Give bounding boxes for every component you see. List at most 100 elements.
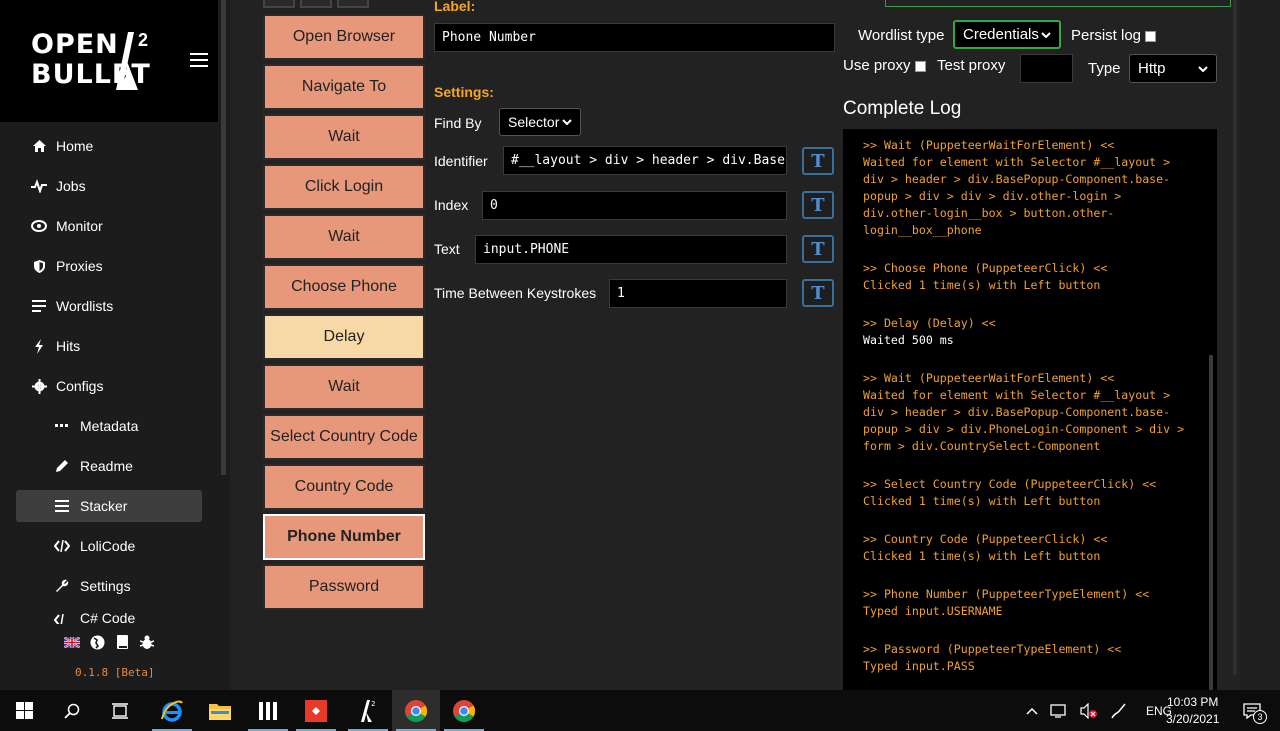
- page-scrollbar[interactable]: [1233, 0, 1237, 675]
- hamburger-menu-button[interactable]: [190, 53, 208, 69]
- block-click-login[interactable]: Click Login: [263, 164, 425, 210]
- index-input[interactable]: 0: [482, 191, 787, 220]
- svg-text:2: 2: [371, 700, 375, 708]
- test-proxy-input[interactable]: [1020, 54, 1073, 83]
- block-country-code[interactable]: Country Code: [263, 464, 425, 510]
- notification-center-button[interactable]: 3: [1232, 690, 1272, 731]
- find-by-select[interactable]: Selector: [499, 108, 581, 136]
- interpolation-toggle-button[interactable]: T: [802, 191, 834, 219]
- sidebar-item-csharp[interactable]: C# Code: [16, 610, 202, 624]
- use-proxy-checkbox[interactable]: [914, 60, 926, 72]
- folder-icon: [209, 703, 231, 720]
- identifier-label: Identifier: [434, 153, 488, 169]
- search-icon: [64, 703, 80, 719]
- menu-icon: [54, 498, 70, 514]
- wordlist-type-value: Credentials: [963, 26, 1039, 43]
- debugger-top-border: [885, 0, 1231, 7]
- right-margin: [1240, 0, 1280, 690]
- bug-icon[interactable]: [139, 634, 155, 650]
- book-icon[interactable]: [114, 634, 130, 650]
- anydesk-icon: [305, 699, 327, 722]
- taskbar-ie[interactable]: [148, 690, 196, 731]
- search-button[interactable]: [48, 690, 96, 731]
- block-open-browser[interactable]: Open Browser: [263, 14, 425, 60]
- block-phone-number[interactable]: Phone Number: [263, 514, 425, 560]
- app-window: OPEN BULLET 2 Home Jobs Monitor Proxies …: [0, 0, 1280, 690]
- log-entry-header: >> Password (PuppeteerTypeElement) <<: [863, 642, 1122, 656]
- persist-log-toggle[interactable]: Persist log: [1071, 27, 1157, 44]
- sidebar-item-proxies[interactable]: Proxies: [16, 250, 202, 282]
- taskbar-chrome[interactable]: [440, 690, 488, 731]
- keystrokes-input[interactable]: 1: [609, 279, 787, 308]
- block-wait[interactable]: Wait: [263, 114, 425, 160]
- sidebar-item-readme[interactable]: Readme: [16, 450, 202, 482]
- block-choose-phone[interactable]: Choose Phone: [263, 264, 425, 310]
- taskbar-app[interactable]: [244, 690, 292, 731]
- stack-control[interactable]: [300, 0, 332, 8]
- taskbar-explorer[interactable]: [196, 690, 244, 731]
- sidebar-item-label: C# Code: [80, 610, 136, 624]
- internet-explorer-icon: [161, 700, 183, 722]
- label-heading: Label:: [434, 0, 476, 14]
- use-proxy-toggle[interactable]: Use proxy: [843, 57, 926, 74]
- stack-control[interactable]: [337, 0, 369, 8]
- task-view-icon: [112, 702, 128, 719]
- pen-icon[interactable]: [1110, 702, 1128, 720]
- taskbar-chrome[interactable]: [392, 690, 440, 731]
- sidebar-item-monitor[interactable]: Monitor: [16, 210, 202, 242]
- log-scrollbar[interactable]: [1209, 355, 1213, 690]
- find-by-label: Find By: [434, 115, 482, 131]
- volume-muted-icon[interactable]: [1080, 702, 1098, 719]
- uk-flag-icon[interactable]: [64, 634, 80, 650]
- stack-control[interactable]: [263, 0, 295, 8]
- sidebar-item-lolicode[interactable]: LoliCode: [16, 530, 202, 562]
- complete-log-panel[interactable]: >> Wait (PuppeteerWaitForElement) << Wait…: [843, 129, 1217, 690]
- persist-log-label: Persist log: [1071, 27, 1142, 44]
- settings-heading: Settings:: [434, 84, 494, 100]
- block-wait[interactable]: Wait: [263, 364, 425, 410]
- system-tray: ENG: [1026, 690, 1172, 731]
- dots-icon: [54, 418, 70, 434]
- sidebar-item-configs[interactable]: Configs: [16, 370, 202, 402]
- proxy-type-select[interactable]: Http: [1129, 54, 1217, 83]
- interpolation-toggle-button[interactable]: T: [802, 279, 834, 307]
- sidebar-item-metadata[interactable]: Metadata: [16, 410, 202, 442]
- task-view-button[interactable]: [96, 690, 144, 731]
- clock[interactable]: 10:03 PM 3/20/2021: [1166, 694, 1219, 728]
- interpolation-toggle-button[interactable]: T: [802, 235, 834, 263]
- globe-icon[interactable]: [89, 634, 105, 650]
- sidebar-item-label: Monitor: [56, 218, 103, 234]
- block-label-input[interactable]: Phone Number: [434, 23, 835, 52]
- sidebar-nav: Home Jobs Monitor Proxies Wordlists Hits: [16, 130, 202, 632]
- block-password[interactable]: Password: [263, 564, 425, 610]
- list-icon: [31, 298, 47, 314]
- taskbar-openbullet[interactable]: 2: [344, 690, 392, 731]
- sidebar-item-jobs[interactable]: Jobs: [16, 170, 202, 202]
- sidebar-scrollbar[interactable]: [221, 0, 226, 475]
- sidebar-item-wordlists[interactable]: Wordlists: [16, 290, 202, 322]
- sidebar-item-home[interactable]: Home: [16, 130, 202, 162]
- sidebar-item-settings[interactable]: Settings: [16, 570, 202, 602]
- taskbar-anydesk[interactable]: [292, 690, 340, 731]
- chevron-up-icon[interactable]: [1026, 707, 1038, 715]
- log-entry-body: Clicked 1 time(s) with Left button: [863, 549, 1101, 563]
- sidebar-item-stacker[interactable]: Stacker: [16, 490, 202, 522]
- block-delay[interactable]: Delay: [263, 314, 425, 360]
- sidebar-item-label: Stacker: [80, 498, 128, 514]
- block-navigate-to[interactable]: Navigate To: [263, 64, 425, 110]
- interpolation-toggle-button[interactable]: T: [802, 147, 834, 175]
- identifier-input[interactable]: #__layout > div > header > div.Base: [503, 146, 787, 175]
- clock-date: 3/20/2021: [1166, 712, 1220, 726]
- block-wait[interactable]: Wait: [263, 214, 425, 260]
- wordlist-type-select[interactable]: Credentials: [953, 20, 1061, 49]
- block-select-country-code[interactable]: Select Country Code: [263, 414, 425, 460]
- sidebar-item-hits[interactable]: Hits: [16, 330, 202, 362]
- code-icon: [54, 612, 70, 624]
- persist-log-checkbox[interactable]: [1145, 30, 1157, 42]
- start-button[interactable]: [0, 690, 48, 731]
- windows-taskbar: 2 ENG 10:03 PM 3/20/2021 3: [0, 690, 1280, 731]
- network-icon[interactable]: [1050, 703, 1068, 719]
- logo[interactable]: OPEN BULLET 2: [0, 0, 218, 122]
- text-input[interactable]: input.PHONE: [475, 235, 787, 264]
- log-entry-body: Typed input.PASS: [863, 659, 975, 673]
